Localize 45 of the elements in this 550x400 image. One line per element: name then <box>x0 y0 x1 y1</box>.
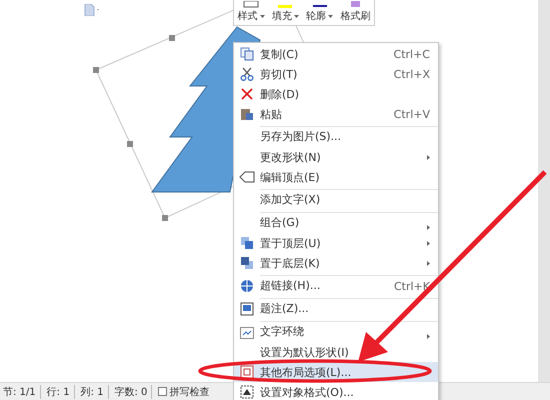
resize-handle[interactable] <box>162 215 168 221</box>
layers-icon <box>240 236 254 250</box>
layout-icon <box>240 365 254 379</box>
status-field: 节: 1/1 <box>3 384 41 398</box>
menu-item[interactable]: 设置为默认形状(I) <box>234 342 438 362</box>
spell-check-checkbox[interactable] <box>158 387 168 396</box>
copy-icon <box>240 47 254 61</box>
submenu-arrow-icon <box>427 260 430 266</box>
toolbar-button[interactable]: 样式 <box>238 1 265 23</box>
vertex-icon <box>239 171 255 183</box>
caret-icon <box>260 14 265 18</box>
resize-handle[interactable] <box>93 67 99 73</box>
status-field: 字数: 0 <box>114 384 152 398</box>
resize-handle[interactable] <box>169 35 175 41</box>
spell-check-label: 拼写检查 <box>169 386 210 398</box>
caret-icon <box>294 14 299 18</box>
menu-item[interactable]: 设置对象格式(O)... <box>234 382 438 400</box>
menu-item[interactable]: 粘贴 Ctrl+V <box>234 104 438 124</box>
menu-item[interactable]: 复制(C) Ctrl+C <box>234 44 438 64</box>
submenu-arrow-icon <box>427 154 430 160</box>
menu-item[interactable]: 置于顶层(U) <box>234 233 438 253</box>
format-icon <box>240 385 254 399</box>
submenu-arrow-icon <box>427 225 430 230</box>
text-wrap-icon <box>240 327 254 339</box>
menu-item[interactable]: 剪切(T) Ctrl+X <box>234 64 438 84</box>
caption-icon <box>240 302 254 316</box>
delete-icon <box>240 87 254 101</box>
menu-item[interactable]: 删除(D) <box>234 84 438 104</box>
status-field: 行: 1 <box>46 384 75 398</box>
submenu-arrow-icon <box>427 240 430 246</box>
globe-icon <box>240 279 254 293</box>
toolbar-button[interactable]: 格式刷 <box>340 1 370 23</box>
menu-item[interactable]: 更改形状(N) <box>234 147 438 167</box>
caret-icon <box>328 14 334 18</box>
clipboard-icon <box>240 107 254 121</box>
document-icon[interactable] <box>84 4 100 16</box>
layers-icon <box>240 256 254 270</box>
submenu-arrow-icon <box>427 334 430 339</box>
scissors-icon <box>240 67 254 81</box>
menu-item[interactable]: 置于底层(K) <box>234 253 438 273</box>
resize-handle[interactable] <box>127 141 133 147</box>
toolbar-button[interactable]: 填充 <box>272 1 299 23</box>
menu-item[interactable]: 编辑顶点(E) <box>234 167 438 187</box>
toolbar-button[interactable]: 轮廓 <box>306 1 334 23</box>
status-field: 列: 1 <box>80 384 108 398</box>
